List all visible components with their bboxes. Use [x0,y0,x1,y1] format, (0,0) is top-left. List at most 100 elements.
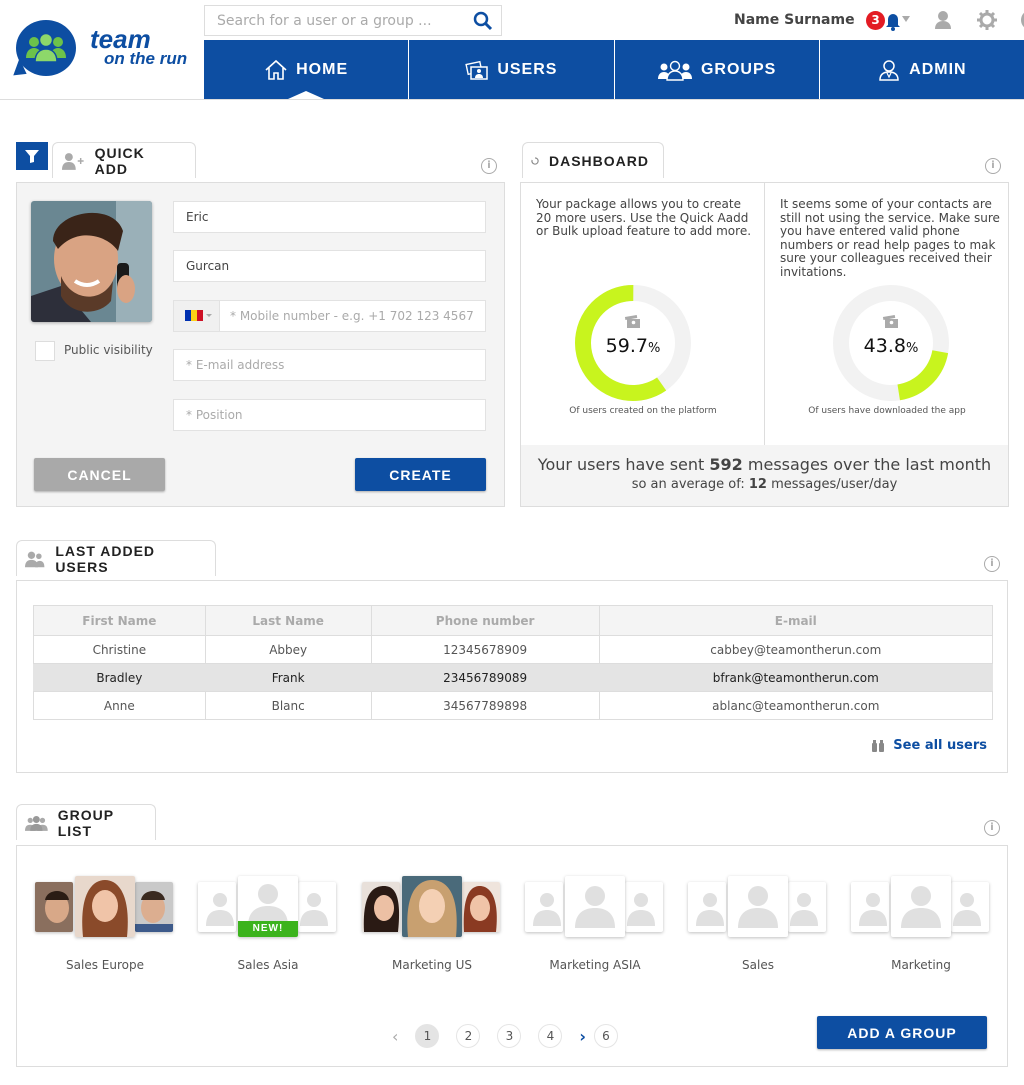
column-header-email[interactable]: E-mail [598,605,994,636]
messages-average-text: so an average of: 12 messages/user/day [631,477,898,492]
group-card-marketing-us[interactable]: Marketing US [362,876,502,986]
logo[interactable]: team on the run [13,20,196,80]
group-list-panel: Sales Europe NEW! Sales Asia Marketing U… [16,845,1008,1067]
bell-icon[interactable] [882,9,904,31]
group-member-avatar-main [402,876,462,937]
last-added-users-tab[interactable]: LAST ADDED USERS [16,540,216,576]
group-list-title: GROUP LIST [57,806,114,839]
admin-icon [879,59,899,81]
add-group-button[interactable]: ADD A GROUP [817,1016,987,1049]
prev-page-icon[interactable]: ‹ [392,1027,398,1046]
country-code-select[interactable] [173,300,220,332]
page-button[interactable]: 2 [456,1024,481,1048]
column-header-first-name[interactable]: First Name [33,605,206,636]
page-button[interactable]: 3 [497,1024,522,1048]
users-card-icon [465,60,489,80]
cell-last-name: Blanc [204,691,372,720]
user-photo[interactable] [31,201,152,322]
dashboard-info-icon[interactable]: i [985,158,1001,174]
group-card-marketing[interactable]: Marketing [851,876,991,986]
last-name-input[interactable] [173,250,486,282]
cell-phone: 34567789898 [370,691,600,720]
logo-text-tagline: on the run [104,49,188,68]
group-member-avatar-main [891,876,951,937]
column-header-phone[interactable]: Phone number [370,605,600,636]
group-list-info-icon[interactable]: i [984,820,1000,836]
cancel-button[interactable]: CANCEL [34,458,165,491]
cell-first-name: Anne [33,691,206,720]
last-users-panel: First Name Last Name Phone number E-mail… [16,580,1008,773]
dashboard-tab[interactable]: DASHBOARD [522,142,664,178]
logo-bubble [16,20,76,76]
avatar-placeholder-icon [696,893,724,926]
binoculars-icon [872,739,885,752]
table-row[interactable]: Christine Abbey 12345678909 cabbey@teamo… [33,635,994,664]
position-input[interactable] [173,399,486,431]
page-button[interactable]: 4 [538,1024,563,1048]
public-visibility-label: Public visibility [64,343,153,357]
table-row[interactable]: Bradley Frank 23456789089 bfrank@teamont… [33,663,994,692]
groups-icon [657,60,692,81]
group-member-avatar [525,882,563,932]
quick-add-tab[interactable]: QUICK ADD [52,142,196,178]
dashboard-users-created: Your package allows you to create 20 mor… [521,183,765,445]
group-member-avatar-main [728,876,788,937]
page-button[interactable]: 1 [415,1024,440,1048]
last-users-info-icon[interactable]: i [984,556,1000,572]
quick-add-info-icon[interactable]: i [481,158,497,174]
search-input[interactable] [205,6,455,35]
settings-icon[interactable] [976,9,998,31]
see-all-users-link[interactable]: See all users [871,738,987,753]
group-member-avatar-main [565,876,625,937]
contacts-info-text: It seems some of your contacts are still… [780,197,1000,279]
first-name-input[interactable] [173,201,486,233]
cell-first-name: Bradley [33,663,206,692]
refresh-icon [531,156,539,165]
table-row[interactable]: Anne Blanc 34567789898 ablanc@teamonther… [33,691,994,720]
avatar-placeholder-icon [575,886,615,928]
tab-users-label: USERS [497,60,558,78]
member-photo [135,882,173,932]
profile-icon[interactable] [932,9,954,31]
next-page-icon[interactable]: › [579,1027,586,1046]
users-created-percent: 59.7% [605,335,661,357]
group-member-avatar [135,882,173,932]
group-card-sales[interactable]: Sales [688,876,828,986]
romania-flag-icon [185,310,212,321]
search-icon[interactable] [473,11,493,31]
filter-icon [25,150,39,163]
create-button[interactable]: CREATE [355,458,486,491]
home-icon [265,59,287,80]
user-name[interactable]: Name Surname [734,12,855,28]
group-card-sales-europe[interactable]: Sales Europe [35,876,175,986]
avatar-placeholder-icon [790,893,818,926]
tab-home[interactable]: HOME [204,40,410,99]
tab-groups[interactable]: GROUPS [615,40,820,99]
email-input[interactable] [173,349,486,381]
chevron-down-icon[interactable] [902,16,910,22]
cell-email: ablanc@teamontherun.com [598,691,994,720]
column-header-last-name[interactable]: Last Name [204,605,372,636]
quick-add-title: QUICK ADD [94,144,145,177]
tab-users[interactable]: USERS [409,40,615,99]
users-card-icon [882,315,898,328]
member-photo [462,882,500,932]
app-downloads-caption: Of users have downloaded the app [808,406,966,416]
group-card-marketing-asia[interactable]: Marketing ASIA [525,876,665,986]
group-list-tab[interactable]: GROUP LIST [16,804,156,840]
cell-last-name: Frank [204,663,372,692]
tab-admin[interactable]: ADMIN [820,40,1024,99]
group-member-avatar [462,882,500,932]
page-button[interactable]: 6 [594,1024,618,1048]
group-member-avatar [625,882,663,932]
filter-button[interactable] [16,142,48,170]
cell-phone: 23456789089 [370,663,600,692]
cell-last-name: Abbey [204,635,372,664]
public-visibility-checkbox[interactable] [35,341,55,361]
avatar-placeholder-icon [738,886,778,928]
help-icon[interactable]: ? [1020,9,1024,31]
group-name: Marketing US [391,958,473,972]
pagination: ‹ 1 2 3 4 › 6 [392,1024,635,1048]
new-group-badge: NEW! [238,921,298,937]
group-card-sales-asia[interactable]: NEW! Sales Asia [198,876,338,986]
